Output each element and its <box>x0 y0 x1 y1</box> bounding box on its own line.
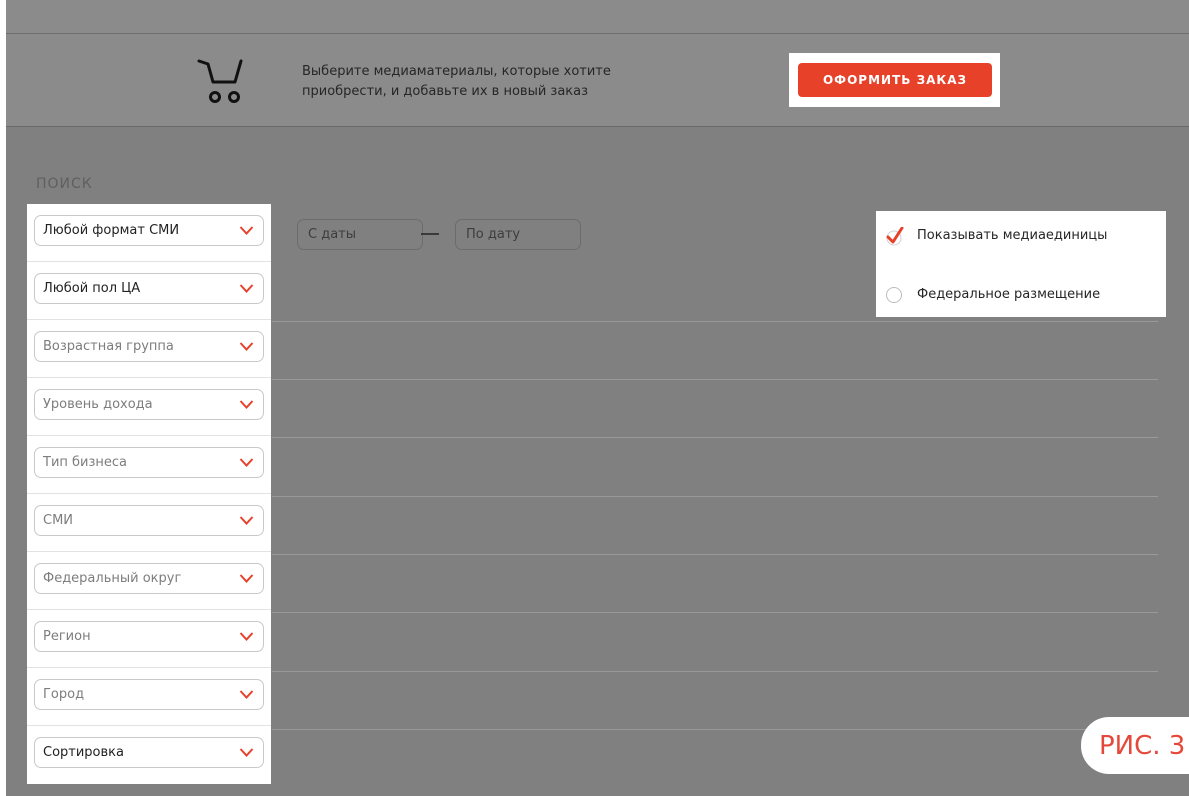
row-divider <box>272 554 1158 555</box>
chevron-down-icon <box>239 574 254 583</box>
radio-circle-icon <box>886 287 902 303</box>
select-value: Федеральный округ <box>43 571 182 586</box>
media-format-select[interactable]: Любой формат СМИ <box>34 215 264 246</box>
chevron-down-icon <box>239 284 254 293</box>
select-value: Любой формат СМИ <box>43 223 180 238</box>
row-divider <box>272 496 1158 497</box>
filter-row-income-level: Уровень дохода <box>27 378 271 436</box>
select-value: Возрастная группа <box>43 339 174 354</box>
row-divider <box>272 612 1158 613</box>
federal-district-select[interactable]: Федеральный округ <box>34 563 264 594</box>
filter-row-media-format: Любой формат СМИ <box>27 204 271 262</box>
region-select[interactable]: Регион <box>34 621 264 652</box>
row-divider <box>272 437 1158 438</box>
figure-label: РИС. 3 <box>1099 731 1186 761</box>
age-group-select[interactable]: Возрастная группа <box>34 331 264 362</box>
sorting-select[interactable]: Сортировка <box>34 737 264 768</box>
audience-gender-select[interactable]: Любой пол ЦА <box>34 273 264 304</box>
filter-panel: Любой формат СМИ Любой пол ЦА Возрастная… <box>27 204 271 784</box>
chevron-down-icon <box>239 342 254 351</box>
order-hint-line2: приобрести, и добавьте их в новый заказ <box>302 84 589 99</box>
show-media-units-label: Показывать медиаединицы <box>917 228 1108 243</box>
income-level-select[interactable]: Уровень дохода <box>34 389 264 420</box>
select-value: Регион <box>43 629 91 644</box>
chevron-down-icon <box>239 226 254 235</box>
select-value: Город <box>43 687 85 702</box>
row-divider <box>272 671 1158 672</box>
order-hint-line1: Выберите медиаматериалы, которые хотите <box>302 64 611 79</box>
select-value: Тип бизнеса <box>43 455 128 470</box>
date-from-input[interactable] <box>297 219 423 250</box>
place-order-button[interactable]: ОФОРМИТЬ ЗАКАЗ <box>798 63 992 97</box>
city-select[interactable]: Город <box>34 679 264 710</box>
select-value: СМИ <box>43 513 74 528</box>
shopping-cart-icon <box>197 59 243 103</box>
top-strip <box>6 0 1189 33</box>
order-button-highlight: ОФОРМИТЬ ЗАКАЗ <box>789 53 1000 107</box>
federal-placement-label: Федеральное размещение <box>917 287 1101 302</box>
select-value: Уровень дохода <box>43 397 153 412</box>
date-range-separator <box>421 233 439 235</box>
chevron-down-icon <box>239 458 254 467</box>
media-select[interactable]: СМИ <box>34 505 264 536</box>
checkmark-icon <box>886 227 904 246</box>
filter-row-age-group: Возрастная группа <box>27 320 271 378</box>
search-section-title: ПОИСК <box>36 176 93 192</box>
display-options-panel: Показывать медиаединицы Федеральное разм… <box>876 211 1166 317</box>
date-to-input[interactable] <box>455 219 581 250</box>
filter-row-business-type: Тип бизнеса <box>27 436 271 494</box>
filter-row-media: СМИ <box>27 494 271 552</box>
filter-row-city: Город <box>27 668 271 726</box>
row-divider <box>272 729 1158 730</box>
figure-label-badge: РИС. 3 <box>1081 717 1189 774</box>
business-type-select[interactable]: Тип бизнеса <box>34 447 264 478</box>
filter-row-audience-gender: Любой пол ЦА <box>27 262 271 320</box>
row-divider <box>272 321 1158 322</box>
select-value: Сортировка <box>43 745 124 760</box>
chevron-down-icon <box>239 400 254 409</box>
filter-row-region: Регион <box>27 610 271 668</box>
chevron-down-icon <box>239 748 254 757</box>
chevron-down-icon <box>239 632 254 641</box>
select-value: Любой пол ЦА <box>43 281 141 296</box>
filter-row-sorting: Сортировка <box>27 726 271 784</box>
filter-row-federal-district: Федеральный округ <box>27 552 271 610</box>
row-divider <box>272 379 1158 380</box>
chevron-down-icon <box>239 516 254 525</box>
order-hint-text: Выберите медиаматериалы, которые хотите … <box>302 62 722 102</box>
chevron-down-icon <box>239 690 254 699</box>
